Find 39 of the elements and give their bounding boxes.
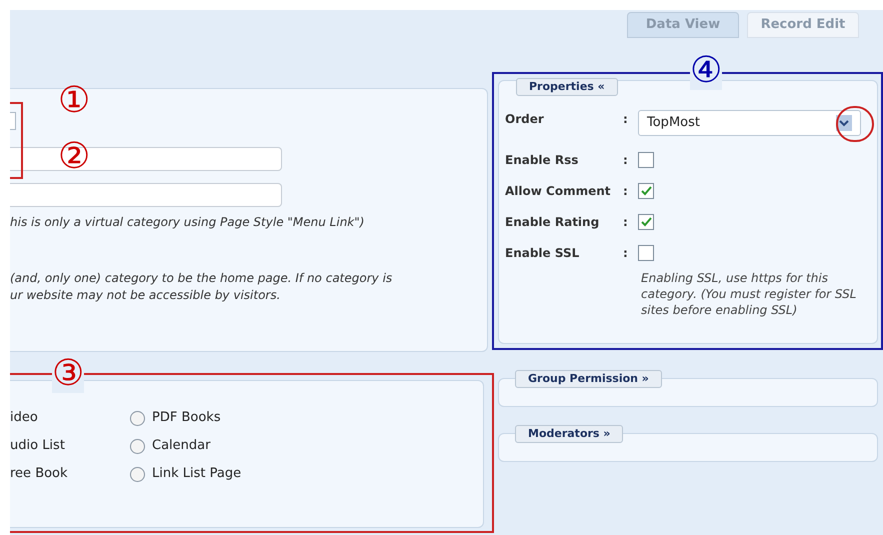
callout-number: ④	[690, 52, 722, 90]
colon: :	[623, 111, 629, 128]
field-label: Enable Rating	[505, 214, 600, 230]
input-field[interactable]	[10, 183, 282, 207]
colon: :	[623, 244, 629, 262]
callout-number: ②	[58, 138, 90, 176]
colon: :	[623, 152, 629, 168]
colon: :	[623, 182, 629, 200]
field-label: Enable SSL	[505, 244, 580, 262]
order-dropdown[interactable]: TopMost	[638, 110, 861, 136]
input-field[interactable]	[10, 112, 16, 130]
radio-label: ideo	[10, 409, 38, 428]
help-text: (and, only one) category to be the home page. If no category is ur website may not be accessible by visitors.	[10, 270, 394, 304]
radio-label: PDF Books	[152, 409, 221, 428]
radio-label: udio List	[10, 437, 65, 456]
check-icon	[640, 216, 652, 227]
section-header[interactable]: Group Permission »	[515, 370, 662, 388]
section-header[interactable]: Moderators »	[515, 425, 624, 443]
field-label: Allow Comment	[505, 182, 612, 200]
field-label: Order	[505, 111, 545, 128]
radio-label: Link List Page	[152, 465, 242, 484]
field-label: Enable Rss	[505, 152, 580, 168]
help-text: his is only a virtual category using Page Style "Menu Link")	[10, 214, 366, 231]
colon: :	[623, 214, 629, 230]
caret-icon	[836, 115, 852, 131]
checkbox[interactable]	[638, 214, 654, 230]
help-text: Enabling SSL, use https for this category. (You must register for SSL sites before enabling SSL)	[641, 270, 858, 318]
checkbox[interactable]	[638, 182, 654, 198]
checkbox[interactable]	[638, 244, 654, 260]
check-icon	[640, 185, 652, 196]
callout-number: ③	[52, 355, 84, 393]
checkbox[interactable]	[638, 152, 654, 168]
radio-button[interactable]	[130, 438, 145, 454]
radio-button[interactable]	[130, 466, 145, 482]
callout-number: ①	[58, 82, 90, 120]
section-header[interactable]: Properties «	[516, 78, 618, 96]
radio-label: Calendar	[152, 437, 210, 456]
radio-label: ree Book	[10, 465, 68, 484]
radio-button[interactable]	[130, 410, 145, 426]
